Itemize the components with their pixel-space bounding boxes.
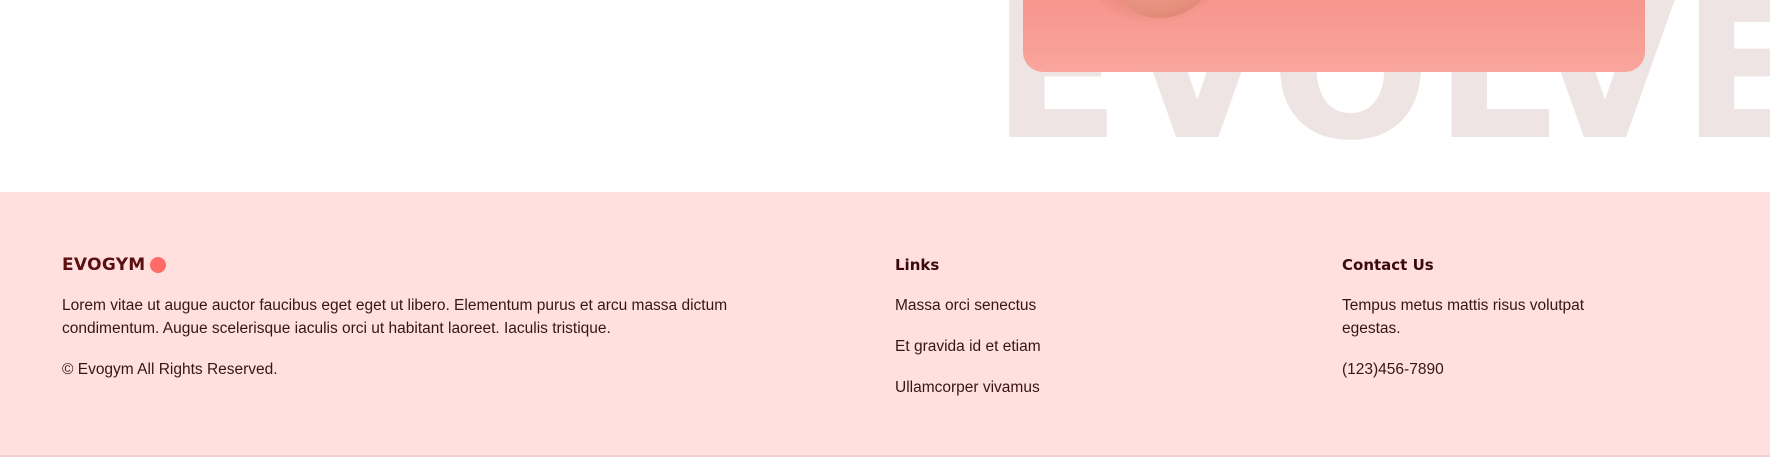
hero-image [1023,0,1645,72]
footer-link-massa-orci[interactable]: Massa orci senectus [895,294,1036,317]
logo-text: EVOGYM [62,255,146,275]
footer-links-column: Links Massa orci senectus Et gravida id … [895,254,1255,417]
footer-description: Lorem vitae ut augue auctor faucibus ege… [62,297,728,337]
site-footer: EVOGYM Lorem vitae ut augue auctor fauci… [0,192,1770,457]
page: EVOLVE EVOGYM Lorem vitae ut augue aucto… [0,0,1770,457]
footer-link-ullamcorper[interactable]: Ullamcorper vivamus [895,376,1040,399]
contact-heading: Contact Us [1342,256,1434,274]
footer-brand-column: EVOGYM Lorem vitae ut augue auctor fauci… [62,254,762,381]
contact-phone[interactable]: (123)456-7890 [1342,358,1662,381]
hero-section: EVOLVE [0,0,1770,192]
contact-description: Tempus metus mattis risus volutpat egest… [1342,297,1585,337]
copyright-text: © Evogym All Rights Reserved. [62,361,278,378]
footer-link-et-gravida[interactable]: Et gravida id et etiam [895,335,1041,358]
logo-dot-icon [149,257,166,273]
footer-contact-column: Contact Us Tempus metus mattis risus vol… [1342,254,1662,381]
links-heading: Links [895,256,940,274]
footer-logo[interactable]: EVOGYM [62,254,762,276]
